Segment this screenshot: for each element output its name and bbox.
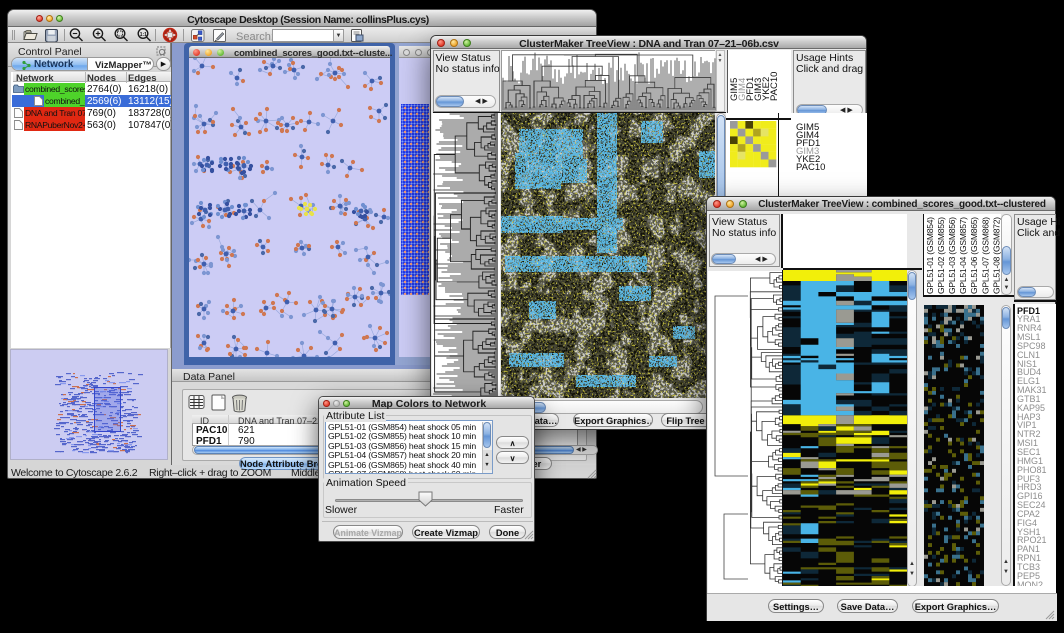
svg-text:GPL51-04 (GSM857): GPL51-04 (GSM857) bbox=[958, 217, 968, 294]
svg-text:PAC10: PAC10 bbox=[769, 72, 780, 101]
svg-text:GPL51-06 (GSM865): GPL51-06 (GSM865) bbox=[969, 217, 979, 294]
svg-text:GPL51-01 (GSM854): GPL51-01 (GSM854) bbox=[925, 217, 935, 294]
svg-text:GPL51-07 (GSM868): GPL51-07 (GSM868) bbox=[980, 217, 990, 294]
svg-text:GPL51-03 (GSM856): GPL51-03 (GSM856) bbox=[947, 217, 957, 294]
svg-text:GPL51-08 (GSM872): GPL51-08 (GSM872) bbox=[991, 217, 1001, 294]
svg-text:1:1: 1:1 bbox=[140, 32, 147, 38]
svg-text:GPL51-02 (GSM855): GPL51-02 (GSM855) bbox=[936, 217, 946, 294]
